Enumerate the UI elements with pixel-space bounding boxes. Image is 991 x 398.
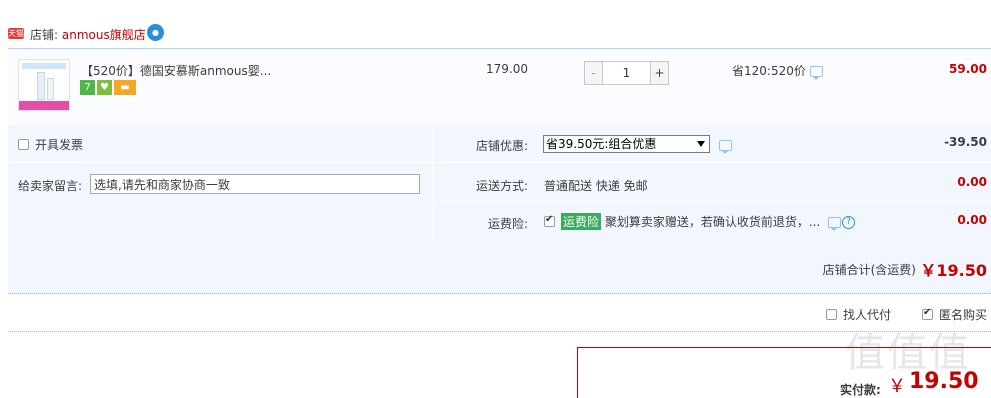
- item-subtotal: 59.00: [949, 62, 987, 76]
- shop-label: 店铺: anmous旗舰店: [30, 26, 146, 43]
- shop-discount-label: 店铺优惠:: [475, 139, 528, 153]
- payment-summary: 实付款: ￥ 19.50: [577, 347, 991, 398]
- shop-name-link[interactable]: anmous旗舰店: [62, 28, 146, 42]
- insurance-amount: 0.00: [957, 213, 987, 227]
- unit-price: 179.00: [486, 62, 528, 76]
- insurance-checkbox[interactable]: [544, 214, 555, 227]
- shop-total-row: 店铺合计(含运费) ￥19.50: [8, 241, 991, 294]
- insurance-value: 运费险 聚划算卖家赠送，若确认收货前退货，... ?: [544, 213, 856, 231]
- promo-text: 省120:520价: [732, 64, 806, 78]
- shipping-amount: 0.00: [957, 175, 987, 189]
- seller-message-input[interactable]: [90, 174, 420, 194]
- service-tags: 7 ♥ ▬: [80, 80, 138, 97]
- product-title-link[interactable]: 【520价】德国安慕斯anmous婴...: [81, 62, 271, 79]
- buyer-options: 开具发票 给卖家留言:: [8, 125, 432, 241]
- shipping-label: 运送方式:: [475, 179, 528, 193]
- quantity-minus-button[interactable]: -: [585, 62, 603, 84]
- quantity-plus-button[interactable]: +: [650, 62, 668, 84]
- invoice-option[interactable]: 开具发票: [18, 136, 83, 153]
- shop-total-amount: ￥19.50: [920, 261, 987, 280]
- payment-label: 实付款:: [840, 383, 881, 397]
- insurance-info-icon[interactable]: [828, 217, 842, 231]
- quantity-stepper: - +: [584, 61, 669, 85]
- invoice-checkbox[interactable]: [18, 139, 29, 150]
- quantity-input[interactable]: [604, 62, 649, 84]
- payment-currency: ￥: [888, 376, 906, 397]
- shop-discount-value: 省39.50元:组合优惠: [546, 137, 657, 151]
- promo-info: 省120:520价: [732, 62, 823, 80]
- help-icon[interactable]: ?: [842, 216, 856, 229]
- shipping-value: 普通配送 快递 免邮: [544, 179, 648, 193]
- promo-info-icon[interactable]: [809, 66, 823, 80]
- order-item-row: 【520价】德国安慕斯anmous婴... 7♥▬ 179.00 - + 省12…: [8, 48, 991, 125]
- chevron-down-icon: [697, 141, 705, 147]
- shop-label-text: 店铺:: [30, 28, 62, 42]
- find-proxy-checkbox[interactable]: [826, 309, 837, 320]
- shop-header: 天猫 店铺: anmous旗舰店 ●: [0, 0, 991, 48]
- tmall-badge-icon: 天猫: [8, 28, 24, 39]
- proxy-options-row: 找人代付 匿名购买: [8, 294, 991, 332]
- order-options: 开具发票 给卖家留言: 店铺优惠: 省39.50元:组合优惠 -39.50 运送…: [8, 125, 991, 241]
- shop-total-label: 店铺合计(含运费): [822, 263, 916, 277]
- shop-discount-select[interactable]: 省39.50元:组合优惠: [543, 135, 710, 153]
- message-label: 给卖家留言:: [18, 179, 83, 193]
- invoice-label: 开具发票: [35, 138, 84, 152]
- insurance-text: 聚划算卖家赠送，若确认收货前退货，...: [604, 215, 821, 229]
- seven-day-return-icon[interactable]: 7: [80, 80, 95, 95]
- payment-amount: 19.50: [909, 369, 979, 394]
- discount-amount: -39.50: [944, 135, 987, 149]
- anonymous-checkbox[interactable]: [922, 307, 933, 320]
- product-thumbnail[interactable]: [18, 59, 70, 111]
- quality-guarantee-icon[interactable]: ♥: [97, 80, 112, 95]
- insurance-badge: 运费险: [561, 213, 602, 230]
- discount-info-icon[interactable]: [719, 140, 732, 154]
- credit-card-icon[interactable]: ▬: [114, 80, 136, 95]
- insurance-label: 运费险:: [487, 217, 528, 231]
- wangwang-chat-icon[interactable]: ●: [147, 24, 164, 41]
